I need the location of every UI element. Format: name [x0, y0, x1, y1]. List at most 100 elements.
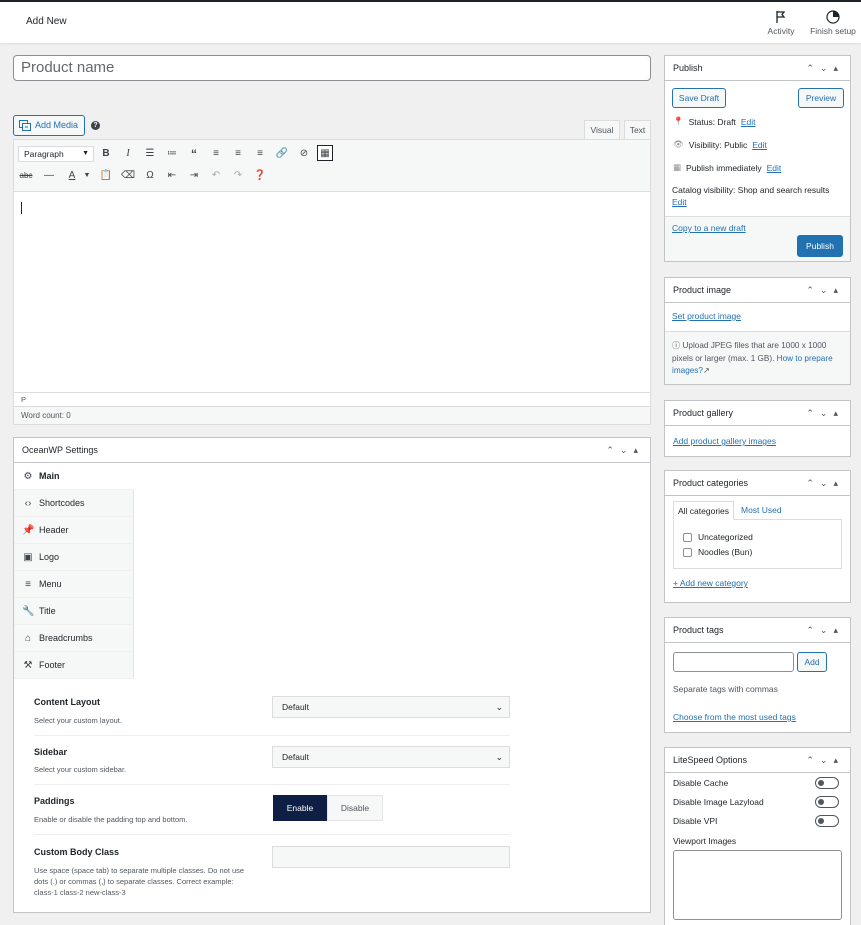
copy-draft-link[interactable]: Copy to a new draft	[672, 223, 746, 233]
preview-button[interactable]: Preview	[798, 88, 844, 108]
editor-toolbar: Paragraph ▼ B I ☰ ≔ “ ≡ ≡ ≡ 🔗 ⊘ ▦ abc — A…	[14, 140, 650, 192]
catalog-visibility-text: Catalog visibility: Shop and search resu…	[672, 185, 830, 195]
disable-lazyload-toggle[interactable]	[815, 796, 839, 808]
align-left-icon[interactable]: ≡	[208, 146, 224, 162]
status-edit-link[interactable]: Edit	[741, 117, 756, 127]
paddings-enable-button[interactable]: Enable	[273, 795, 327, 821]
tab-visual[interactable]: Visual	[584, 120, 620, 139]
horizontal-line-icon[interactable]: —	[41, 168, 57, 184]
product-image-header[interactable]: Product image ⌃⌄▴	[665, 278, 850, 303]
box-controls-icon[interactable]: ⌃⌄▴	[606, 438, 644, 462]
add-new-category-link[interactable]: + Add new category	[673, 578, 748, 588]
format-select[interactable]: Paragraph ▼	[18, 146, 94, 162]
content-layout-select[interactable]: Default ⌄	[272, 696, 510, 718]
tag-input[interactable]	[673, 652, 794, 672]
oc-nav-shortcodes[interactable]: ‹› Shortcodes	[14, 490, 134, 517]
outdent-icon[interactable]: ⇤	[164, 168, 180, 184]
publish-button[interactable]: Publish	[797, 235, 843, 257]
activity-button[interactable]: Activity	[765, 10, 797, 36]
text-color-icon[interactable]: A	[64, 168, 80, 184]
tab-all-categories[interactable]: All categories	[673, 501, 734, 520]
oc-nav-breadcrumbs[interactable]: ⌂ Breadcrumbs	[14, 625, 134, 652]
paddings-disable-button[interactable]: Disable	[327, 795, 383, 821]
checkbox[interactable]	[683, 548, 692, 558]
tab-most-used[interactable]: Most Used	[741, 505, 782, 515]
pin-icon: 📌	[22, 525, 35, 536]
bold-icon[interactable]: B	[98, 146, 114, 162]
blockquote-icon[interactable]: “	[186, 146, 202, 162]
set-product-image-link[interactable]: Set product image	[672, 311, 741, 321]
keyboard-help-icon[interactable]: ❓	[252, 168, 268, 184]
align-center-icon[interactable]: ≡	[230, 146, 246, 162]
box-controls-icon[interactable]: ⌃⌄▴	[806, 618, 844, 642]
oc-nav-logo[interactable]: ▣ Logo	[14, 544, 134, 571]
special-character-icon[interactable]: Ω	[142, 168, 158, 184]
strikethrough-icon[interactable]: abc	[18, 168, 34, 184]
caret-down-icon[interactable]: ▼	[79, 168, 95, 184]
indent-icon[interactable]: ⇥	[186, 168, 202, 184]
custom-body-class-desc: Use space (space tab) to separate multip…	[34, 866, 245, 897]
media-icon	[19, 120, 31, 131]
product-name-input[interactable]: Product name	[13, 55, 651, 81]
add-tag-button[interactable]: Add	[797, 652, 827, 672]
oc-nav-title[interactable]: 🔧 Title	[14, 598, 134, 625]
product-gallery-header[interactable]: Product gallery ⌃⌄▴	[665, 401, 850, 426]
add-media-button[interactable]: Add Media	[13, 115, 86, 136]
checkbox[interactable]	[683, 533, 692, 543]
gear-icon: ⚙	[23, 471, 33, 482]
unlink-icon[interactable]: ⊘	[296, 146, 312, 162]
box-controls-icon[interactable]: ⌃⌄▴	[806, 401, 844, 425]
product-image-title: Product image	[673, 285, 732, 295]
product-categories-title: Product categories	[673, 478, 749, 488]
viewport-images-textarea[interactable]	[673, 850, 842, 920]
visibility-edit-link[interactable]: Edit	[752, 140, 767, 150]
numbered-list-icon[interactable]: ≔	[164, 146, 180, 162]
viewport-images-label: Viewport Images	[673, 836, 737, 846]
product-categories-header[interactable]: Product categories ⌃⌄▴	[665, 471, 850, 496]
choose-most-used-tags-link[interactable]: Choose from the most used tags	[673, 712, 796, 722]
undo-icon[interactable]: ↶	[208, 168, 224, 184]
box-controls-icon[interactable]: ⌃⌄▴	[806, 278, 844, 302]
publish-title: Publish	[673, 63, 703, 73]
toolbar-toggle-icon[interactable]: ▦	[317, 145, 333, 161]
catalog-edit-link[interactable]: Edit	[672, 197, 687, 207]
paddings-label: Paddings	[34, 796, 75, 806]
paste-text-icon[interactable]: 📋	[98, 168, 114, 184]
link-icon[interactable]: 🔗	[274, 146, 290, 162]
oc-nav-footer[interactable]: ⚒ Footer	[14, 652, 134, 679]
bullet-list-icon[interactable]: ☰	[142, 146, 158, 162]
oc-nav-header[interactable]: 📌 Header	[14, 517, 134, 544]
save-draft-button[interactable]: Save Draft	[672, 88, 726, 108]
oc-nav-menu[interactable]: ≡ Menu	[14, 571, 134, 598]
clear-formatting-icon[interactable]: ⌫	[120, 168, 136, 184]
list-item[interactable]: Uncategorized	[683, 530, 832, 545]
redo-icon[interactable]: ↷	[230, 168, 246, 184]
italic-icon[interactable]: I	[120, 146, 136, 162]
litespeed-options-header[interactable]: LiteSpeed Options ⌃⌄▴	[665, 748, 850, 773]
product-gallery-title: Product gallery	[673, 408, 734, 418]
list-item[interactable]: Noodles (Bun)	[683, 545, 832, 560]
box-controls-icon[interactable]: ⌃⌄▴	[806, 471, 844, 495]
publish-time-text: Publish immediately	[686, 162, 762, 173]
box-controls-icon[interactable]: ⌃⌄▴	[806, 748, 844, 772]
add-gallery-images-link[interactable]: Add product gallery images	[673, 436, 776, 446]
help-icon[interactable]: ?	[91, 121, 100, 130]
publish-time-edit-link[interactable]: Edit	[767, 163, 782, 173]
custom-body-class-input[interactable]	[272, 846, 510, 868]
sidebar-select[interactable]: Default ⌄	[272, 746, 510, 768]
tab-text[interactable]: Text	[624, 120, 651, 139]
content-editor[interactable]: Paragraph ▼ B I ☰ ≔ “ ≡ ≡ ≡ 🔗 ⊘ ▦ abc — A…	[13, 139, 651, 425]
publish-header[interactable]: Publish ⌃⌄▴	[665, 56, 850, 81]
oc-nav-main[interactable]: ⚙ Main	[14, 463, 134, 490]
oceanwp-settings-header[interactable]: OceanWP Settings ⌃⌄▴	[14, 438, 650, 463]
align-right-icon[interactable]: ≡	[252, 146, 268, 162]
finish-setup-button[interactable]: Finish setup	[808, 10, 858, 36]
disable-cache-toggle[interactable]	[815, 777, 839, 789]
external-link-icon: ↗	[702, 366, 710, 375]
disable-vpi-toggle[interactable]	[815, 815, 839, 827]
box-controls-icon[interactable]: ⌃⌄▴	[806, 56, 844, 80]
oc-nav-label: Breadcrumbs	[39, 633, 93, 643]
product-tags-box: Product tags ⌃⌄▴ Add Separate tags with c…	[664, 617, 851, 733]
image-icon: ▣	[23, 552, 33, 563]
product-tags-header[interactable]: Product tags ⌃⌄▴	[665, 618, 850, 643]
